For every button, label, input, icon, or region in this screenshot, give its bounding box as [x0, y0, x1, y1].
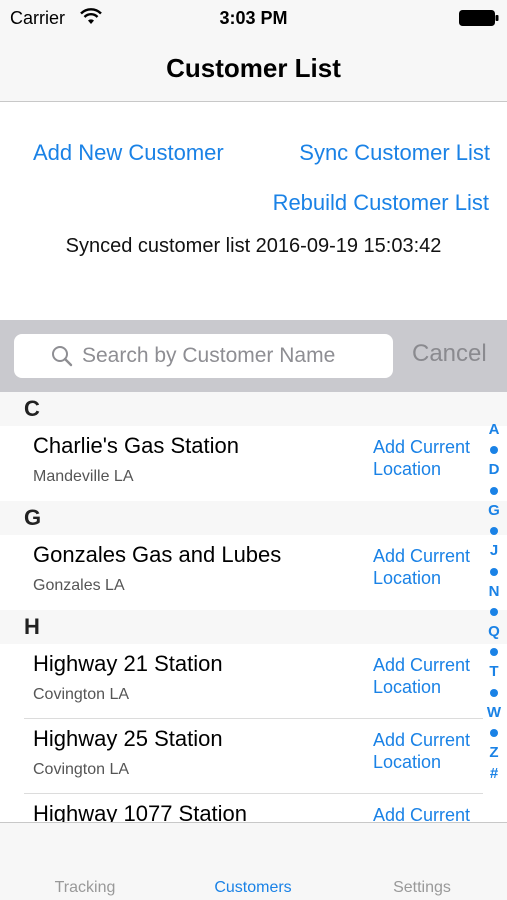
status-time: 3:03 PM — [219, 8, 288, 28]
section-header: C — [0, 392, 507, 426]
index-letter[interactable]: T — [489, 662, 498, 682]
customer-location: Gonzales LA — [33, 577, 125, 594]
status-bar: Carrier 3:03 PM — [0, 0, 507, 36]
customer-location: Mandeville LA — [33, 468, 134, 485]
index-dot — [490, 648, 498, 657]
add-current-location-button[interactable]: Add Current — [373, 804, 485, 822]
add-current-location-button[interactable]: Add Current Location — [373, 654, 485, 698]
customer-location: Covington LA — [33, 686, 130, 703]
customer-row[interactable]: Gonzales Gas and Lubes Gonzales LA Add C… — [0, 535, 507, 610]
index-letter[interactable]: J — [490, 541, 498, 561]
search-field[interactable] — [14, 334, 393, 378]
customer-name: Highway 1077 Station — [33, 801, 248, 822]
customer-name: Charlie's Gas Station — [33, 433, 239, 458]
index-letter[interactable]: W — [487, 703, 501, 723]
index-dot — [490, 446, 498, 455]
tab-settings[interactable]: Settings — [347, 879, 497, 897]
tab-bar: Tracking Customers Settings — [0, 822, 507, 900]
tab-customers[interactable]: Customers — [178, 879, 328, 897]
customer-row[interactable]: Charlie's Gas Station Mandeville LA Add … — [0, 426, 507, 501]
battery-icon — [459, 10, 499, 26]
section-header: G — [0, 501, 507, 535]
index-letter[interactable]: D — [489, 460, 500, 480]
index-letter[interactable]: G — [488, 501, 500, 521]
customer-location: Covington LA — [33, 761, 130, 778]
index-letter[interactable]: Q — [488, 622, 500, 642]
index-dot — [490, 567, 498, 576]
customer-name: Highway 21 Station — [33, 651, 223, 676]
search-icon — [52, 346, 73, 367]
sync-status-text: Synced customer list 2016-09-19 15:03:42 — [65, 235, 442, 257]
navigation-bar: Customer List — [0, 36, 507, 102]
customer-row[interactable]: Highway 21 Station Covington LA Add Curr… — [0, 644, 507, 719]
section-header: H — [0, 610, 507, 644]
add-current-location-button[interactable]: Add Current Location — [373, 729, 485, 773]
customer-list[interactable]: C Charlie's Gas Station Mandeville LA Ad… — [0, 392, 507, 822]
add-new-customer-button[interactable]: Add New Customer — [33, 140, 224, 166]
sync-customer-list-button[interactable]: Sync Customer List — [299, 140, 490, 166]
index-letter[interactable]: Z — [489, 743, 498, 763]
add-current-location-button[interactable]: Add Current Location — [373, 545, 485, 589]
index-dot — [490, 607, 498, 616]
add-current-location-button[interactable]: Add Current Location — [373, 436, 485, 480]
search-bar: Cancel — [0, 320, 507, 392]
rebuild-customer-list-button[interactable]: Rebuild Customer List — [273, 190, 489, 216]
index-letter[interactable]: A — [489, 420, 500, 440]
customer-row[interactable]: Highway 25 Station Covington LA Add Curr… — [0, 719, 507, 794]
search-input[interactable] — [82, 338, 382, 374]
tab-tracking[interactable]: Tracking — [10, 879, 160, 897]
index-dot — [490, 688, 498, 697]
index-dot — [490, 527, 498, 536]
page-title: Customer List — [166, 53, 341, 83]
cancel-button[interactable]: Cancel — [412, 340, 487, 368]
section-index-bar[interactable]: A D G J N Q T W Z # — [485, 420, 503, 784]
index-letter[interactable]: # — [490, 764, 498, 784]
customer-row[interactable]: Highway 1077 Station Add Current — [0, 794, 507, 822]
index-letter[interactable]: N — [489, 582, 500, 602]
index-dot — [490, 729, 498, 738]
customer-name: Highway 25 Station — [33, 726, 223, 751]
customer-name: Gonzales Gas and Lubes — [33, 542, 282, 567]
index-dot — [490, 486, 498, 495]
